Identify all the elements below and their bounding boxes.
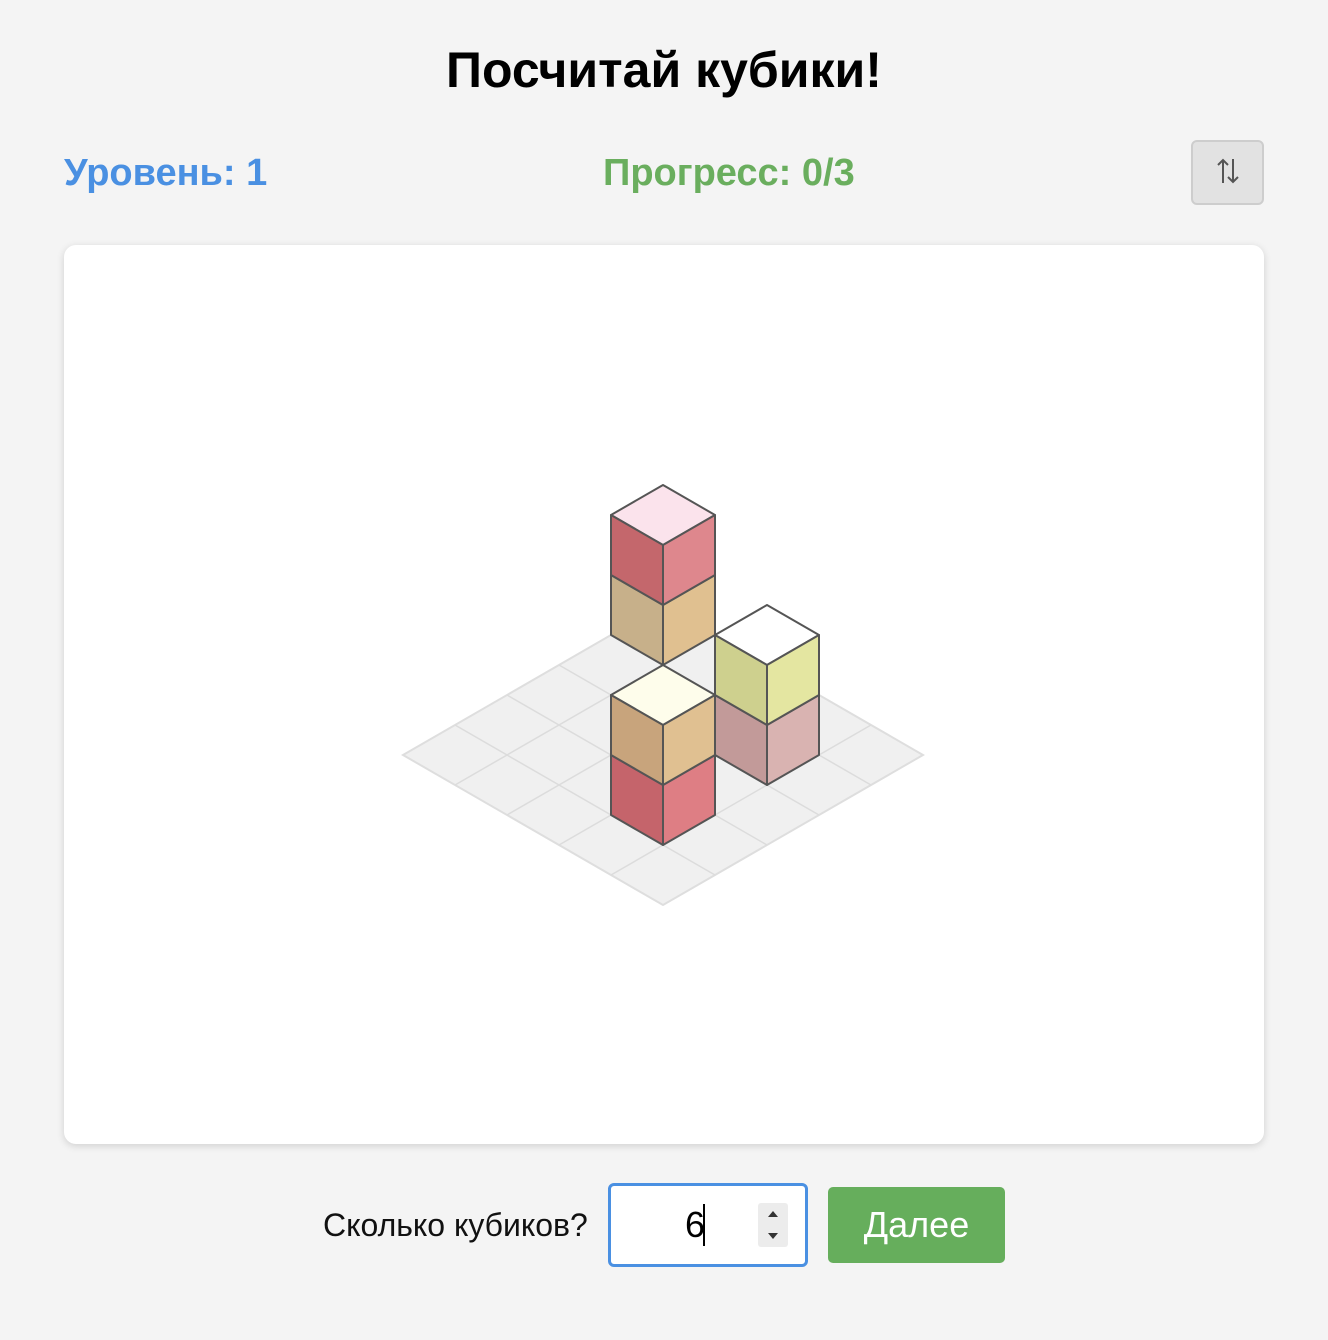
cube-scene-card	[64, 245, 1264, 1144]
question-label: Сколько кубиков?	[323, 1207, 588, 1243]
text-caret	[703, 1204, 705, 1246]
stepper-down-button[interactable]	[758, 1225, 788, 1247]
swap-vertical-icon	[1215, 156, 1241, 189]
next-button[interactable]: Далее	[828, 1187, 1005, 1263]
cube-scene	[400, 484, 926, 907]
progress-indicator: Прогресс: 0/3	[603, 152, 855, 194]
stepper-up-button[interactable]	[758, 1203, 788, 1225]
page-title: Посчитай кубики!	[446, 42, 882, 98]
swap-button[interactable]	[1191, 140, 1264, 205]
answer-stepper[interactable]	[758, 1203, 788, 1247]
triangle-down-icon	[768, 1233, 778, 1239]
level-indicator: Уровень: 1	[64, 152, 268, 194]
triangle-up-icon	[768, 1211, 778, 1217]
